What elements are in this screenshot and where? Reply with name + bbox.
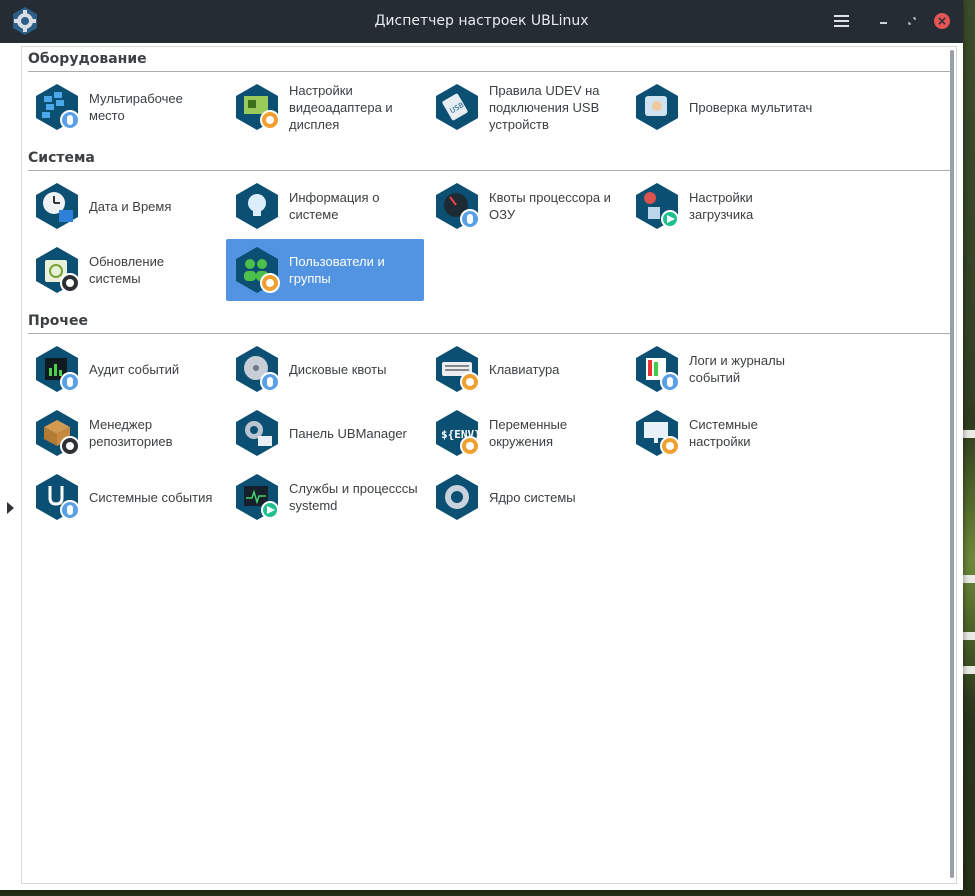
package-icon <box>32 408 82 458</box>
multiseat-icon <box>32 82 82 132</box>
bootloader-icon <box>632 181 682 231</box>
settings-item-label: Правила UDEV на подключения USB устройст… <box>489 82 600 132</box>
settings-item-update[interactable]: Обновление системы <box>26 239 224 301</box>
settings-item-label: Дата и Время <box>89 198 172 214</box>
settings-item-video-adapter[interactable]: Настройки видеоадаптера и дисплея <box>226 76 424 138</box>
close-button[interactable]: × <box>930 10 954 32</box>
settings-item-system-events[interactable]: Системные события <box>26 466 224 528</box>
settings-window: Диспетчер настроек UBLinux × Оборудовани… <box>0 0 963 890</box>
section-title: Оборудование <box>28 51 147 67</box>
gauge-icon <box>432 181 482 231</box>
settings-item-label: Системные настройки <box>689 417 758 449</box>
section-divider <box>28 71 950 72</box>
users-icon <box>232 245 282 295</box>
settings-item-logs[interactable]: Логи и журналы событий <box>626 338 824 400</box>
settings-item-label: Информация о системе <box>289 190 380 222</box>
settings-panel <box>21 46 957 884</box>
desktop-decoration <box>961 430 975 438</box>
settings-item-multitouch[interactable]: Проверка мультитач <box>626 76 824 138</box>
settings-item-monitor-settings[interactable]: Системные настройки <box>626 402 824 464</box>
settings-item-gauge[interactable]: Квоты процессора и ОЗУ <box>426 175 624 237</box>
disk-icon <box>232 344 282 394</box>
minimize-icon[interactable] <box>871 10 895 32</box>
settings-item-label: Службы и процесссы systemd <box>289 481 418 513</box>
settings-item-label: Системные события <box>89 489 213 505</box>
section-title: Система <box>28 150 95 166</box>
settings-item-label: Логи и журналы событий <box>689 353 786 385</box>
settings-item-multiseat[interactable]: Мультирабочее место <box>26 76 224 138</box>
logs-icon <box>632 344 682 394</box>
systemd-icon <box>232 472 282 522</box>
settings-item-label: Обновление системы <box>89 254 165 286</box>
settings-item-label: Дисковые квоты <box>289 361 387 377</box>
settings-item-disk[interactable]: Дисковые квоты <box>226 338 424 400</box>
section-divider <box>28 170 950 171</box>
settings-item-kernel-gear[interactable]: Ядро системы <box>426 466 624 528</box>
expand-sidebar-icon[interactable] <box>7 502 14 514</box>
settings-item-label: Аудит событий <box>89 361 180 377</box>
audit-icon <box>32 344 82 394</box>
section-divider <box>28 333 950 334</box>
settings-item-bootloader[interactable]: Настройки загрузчика <box>626 175 824 237</box>
settings-item-label: Квоты процессора и ОЗУ <box>489 190 611 222</box>
monitor-settings-icon <box>632 408 682 458</box>
settings-item-keyboard[interactable]: Клавиатура <box>426 338 624 400</box>
settings-item-systemd[interactable]: Службы и процесссы systemd <box>226 466 424 528</box>
video-adapter-icon <box>232 82 282 132</box>
settings-item-audit[interactable]: Аудит событий <box>26 338 224 400</box>
section-title: Прочее <box>28 313 88 329</box>
lightbulb-icon <box>232 181 282 231</box>
window-title: Диспетчер настроек UBLinux <box>374 13 589 29</box>
settings-item-package[interactable]: Менеджер репозиториев <box>26 402 224 464</box>
keyboard-icon <box>432 344 482 394</box>
settings-item-label: Пользователи и группы <box>289 254 385 286</box>
maximize-icon[interactable] <box>900 10 924 32</box>
multitouch-icon <box>632 82 682 132</box>
settings-item-ubmanager[interactable]: Панель UBManager <box>226 402 424 464</box>
kernel-gear-icon <box>432 472 482 522</box>
settings-item-lightbulb[interactable]: Информация о системе <box>226 175 424 237</box>
close-icon: × <box>934 13 950 29</box>
settings-item-label: Переменные окружения <box>489 417 568 449</box>
settings-item-env[interactable]: ${ENV} Переменные окружения <box>426 402 624 464</box>
settings-item-label: Клавиатура <box>489 361 560 377</box>
titlebar: Диспетчер настроек UBLinux × <box>0 0 963 43</box>
ubmanager-icon <box>232 408 282 458</box>
desktop-decoration <box>961 632 975 640</box>
settings-item-label: Панель UBManager <box>289 425 407 441</box>
usb-icon: USB <box>432 82 482 132</box>
settings-item-clock-calendar[interactable]: Дата и Время <box>26 175 224 237</box>
hamburger-icon[interactable] <box>829 10 853 32</box>
clock-calendar-icon <box>32 181 82 231</box>
system-events-icon <box>32 472 82 522</box>
settings-item-label: Менеджер репозиториев <box>89 417 173 449</box>
env-icon: ${ENV} <box>432 408 482 458</box>
settings-item-users[interactable]: Пользователи и группы <box>226 239 424 301</box>
settings-item-label: Проверка мультитач <box>689 99 813 115</box>
settings-item-label: Настройки загрузчика <box>689 190 754 222</box>
settings-item-label: Настройки видеоадаптера и дисплея <box>289 82 393 132</box>
settings-item-label: Мультирабочее место <box>89 91 183 123</box>
update-icon <box>32 245 82 295</box>
sidebar-strip <box>0 43 21 890</box>
desktop-decoration <box>961 666 975 674</box>
vertical-scrollbar[interactable] <box>950 50 954 878</box>
desktop-decoration <box>961 575 975 583</box>
settings-item-usb[interactable]: USB Правила UDEV на подключения USB устро… <box>426 76 624 138</box>
settings-item-label: Ядро системы <box>489 489 576 505</box>
